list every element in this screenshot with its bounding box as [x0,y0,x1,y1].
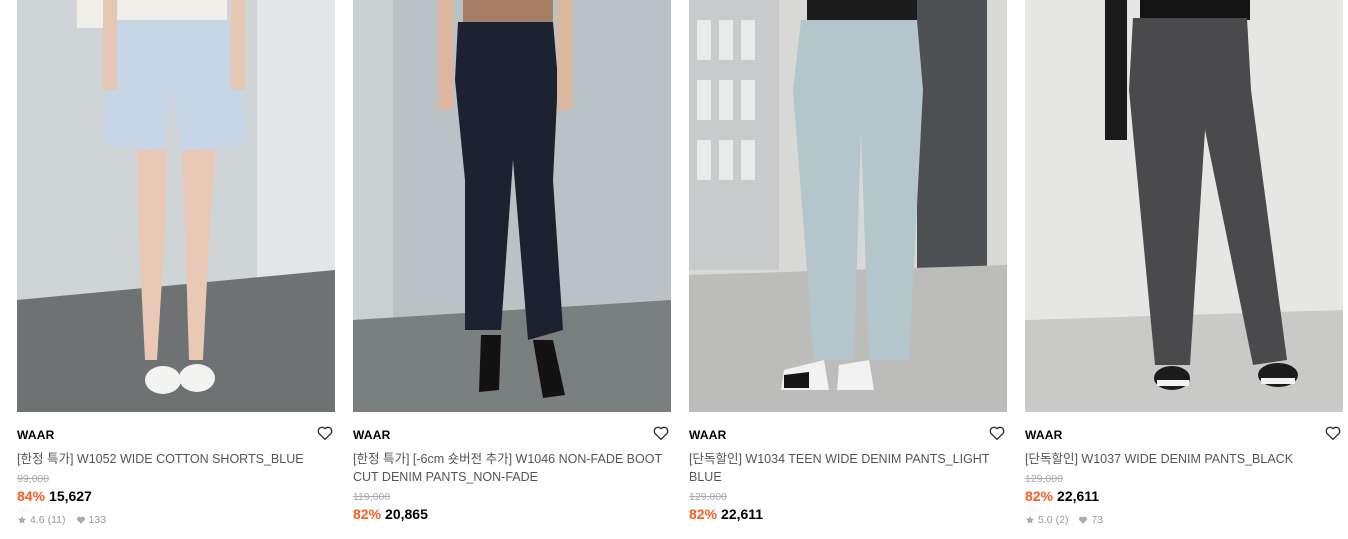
original-price: 129,000 [1025,473,1063,485]
likes: 73 [1078,513,1103,527]
rating: 5.0 (2) [1025,513,1068,527]
product-card[interactable]: WAAR [단독할인] W1034 TEEN WIDE DENIM PANTS_… [689,0,1007,523]
brand-name[interactable]: WAAR [353,427,671,443]
review-count: (2) [1055,514,1069,526]
heart-icon[interactable] [316,424,334,442]
discount-rate: 84% [17,488,46,504]
product-image[interactable] [17,0,335,412]
product-image[interactable] [1025,0,1343,412]
like-count: 133 [88,514,107,526]
rating: 4.6 (11) [17,513,66,527]
discount-rate: 82% [1025,488,1054,504]
original-price: 129,000 [689,491,727,503]
heart-filled-icon [76,516,85,524]
review-count: (11) [47,514,66,526]
product-title[interactable]: [단독할인] W1037 WIDE DENIM PANTS_BLACK [1025,450,1341,468]
product-grid: WAAR [한정 특가] W1052 WIDE COTTON SHORTS_BL… [0,0,1348,539]
discount-rate: 82% [353,506,382,522]
rating-value: 5.0 [1038,514,1053,526]
product-card[interactable]: WAAR [한정 특가] [-6cm 숏버전 추가] W1046 NON-FAD… [353,0,671,523]
sale-price: 20,865 [385,506,428,522]
brand-name[interactable]: WAAR [689,427,1007,443]
likes: 133 [76,513,107,527]
sale-price: 15,627 [49,488,92,504]
review-meta: 5.0 (2) 73 [1025,513,1343,527]
star-icon [1025,515,1035,524]
review-meta: 4.6 (11) 133 [17,513,335,527]
sale-price: 22,611 [721,506,764,522]
original-price: 99,000 [17,473,50,485]
rating-value: 4.6 [30,514,45,526]
product-title[interactable]: [한정 특가] W1052 WIDE COTTON SHORTS_BLUE [17,450,333,468]
heart-icon[interactable] [652,424,670,442]
product-card[interactable]: WAAR [한정 특가] W1052 WIDE COTTON SHORTS_BL… [17,0,335,527]
product-image[interactable] [689,0,1007,412]
heart-icon[interactable] [1324,424,1342,442]
price-row: 82% 20,865 [353,505,671,523]
original-price: 119,000 [353,491,391,503]
product-title[interactable]: [단독할인] W1034 TEEN WIDE DENIM PANTS_LIGHT… [689,450,1005,486]
price-row: 82% 22,611 [1025,487,1343,505]
price-row: 84% 15,627 [17,487,335,505]
product-card[interactable]: WAAR [단독할인] W1037 WIDE DENIM PANTS_BLACK… [1025,0,1343,527]
discount-rate: 82% [689,506,718,522]
star-icon [17,515,27,524]
product-photo-shorts [17,0,335,412]
sale-price: 22,611 [1057,488,1100,504]
product-photo-black-denim [1025,0,1343,412]
product-photo-light-denim [689,0,1007,412]
brand-name[interactable]: WAAR [1025,427,1343,443]
product-title[interactable]: [한정 특가] [-6cm 숏버전 추가] W1046 NON-FADE BOO… [353,450,669,486]
product-photo-bootcut [353,0,671,412]
brand-name[interactable]: WAAR [17,427,335,443]
like-count: 73 [1091,514,1104,526]
product-image[interactable] [353,0,671,412]
heart-filled-icon [1079,516,1088,524]
heart-icon[interactable] [988,424,1006,442]
price-row: 82% 22,611 [689,505,1007,523]
